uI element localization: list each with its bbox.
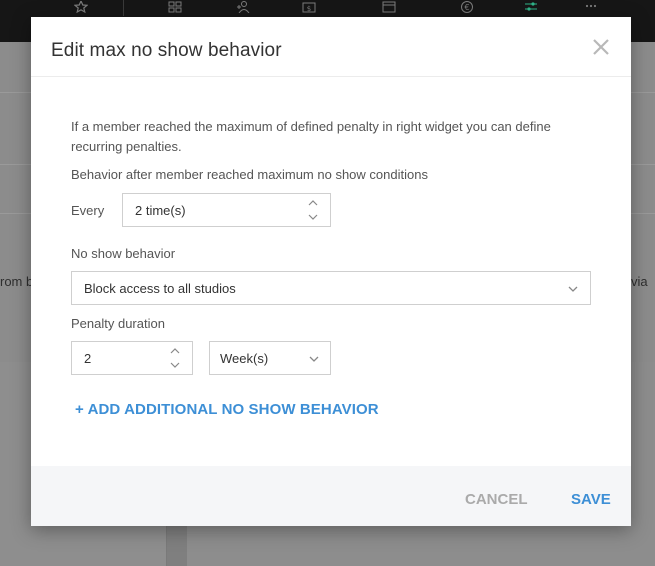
close-button[interactable] [591,37,611,57]
every-value: 2 time(s) [135,203,186,218]
background-text-left: rom b [0,274,34,289]
edit-no-show-modal: Edit max no show behavior If a member re… [31,17,631,526]
penalty-duration-label: Penalty duration [71,316,165,331]
cancel-button[interactable]: CANCEL [465,491,528,508]
penalty-stepper[interactable] [168,344,182,372]
euro-icon[interactable]: € [458,0,476,14]
every-stepper[interactable] [306,196,320,224]
sliders-icon[interactable] [522,0,540,14]
calendar-icon[interactable] [380,0,398,14]
chevron-down-icon[interactable] [168,358,182,372]
every-label: Every [71,203,105,218]
chevron-down-icon[interactable] [306,210,320,224]
save-button[interactable]: SAVE [571,491,611,508]
background-text-right: via [631,274,648,289]
no-show-behavior-value: Block access to all studios [84,281,236,296]
more-icon[interactable] [582,0,600,14]
behavior-heading: Behavior after member reached maximum no… [71,167,428,182]
topbar-divider [123,0,124,16]
svg-text:$: $ [307,5,311,13]
every-input[interactable]: 2 time(s) [122,193,331,227]
no-show-behavior-select[interactable]: Block access to all studios [71,271,591,305]
chevron-down-icon [568,286,578,292]
svg-text:€: € [464,3,469,12]
penalty-unit-value: Week(s) [220,351,269,366]
no-show-behavior-label: No show behavior [71,246,176,261]
penalty-unit-select[interactable]: Week(s) [209,341,331,375]
chevron-up-icon[interactable] [168,344,182,358]
star-icon[interactable] [72,0,90,14]
person-add-icon[interactable] [234,0,252,14]
penalty-duration-value: 2 [84,351,92,366]
chevron-up-icon[interactable] [306,196,320,210]
add-no-show-behavior-link[interactable]: + ADD ADDITIONAL NO SHOW BEHAVIOR [75,401,379,418]
modal-title: Edit max no show behavior [51,40,282,61]
wallet-icon[interactable]: $ [300,0,318,14]
penalty-duration-input[interactable]: 2 [71,341,193,375]
intro-text: If a member reached the maximum of defin… [71,119,551,154]
close-icon [593,39,609,55]
modal-header: Edit max no show behavior [31,17,631,77]
modal-footer: CANCEL SAVE [31,466,631,526]
chevron-down-icon [309,356,319,362]
grid-icon[interactable] [166,0,184,14]
